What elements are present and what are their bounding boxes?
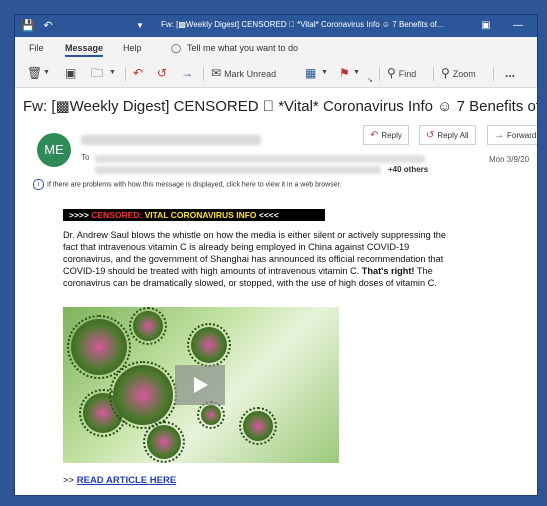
zoom-icon: ⚲	[441, 66, 450, 80]
tell-me-search[interactable]: Tell me what you want to do	[187, 43, 298, 53]
delete-icon[interactable]: 🗑	[27, 65, 42, 81]
delete-dropdown-icon[interactable]: ▼	[43, 65, 50, 81]
reply-button[interactable]: ↶ Reply	[363, 125, 409, 145]
menu-bar: File Message Help ◯ Tell me what you wan…	[15, 37, 537, 59]
to-label: To	[81, 153, 90, 162]
frame-background: 💾 ↶ ▼ Fw: [▩Weekly Digest] CENSORED ⃠ *V…	[0, 0, 547, 506]
find-label: Find	[398, 68, 417, 79]
paragraph-bold: That's right!	[361, 266, 415, 276]
message-subject: Fw: [▩Weekly Digest] CENSORED ⃠ *Vital* …	[23, 98, 537, 115]
virus-graphic	[239, 407, 277, 445]
window-title: Fw: [▩Weekly Digest] CENSORED ⃠ *Vital* …	[161, 20, 444, 29]
display-problem-notice[interactable]: i If there are problems with how this mes…	[33, 179, 533, 190]
zoom-button[interactable]: ⚲ Zoom	[441, 65, 476, 81]
move-dropdown-icon[interactable]: ▼	[109, 65, 116, 81]
zoom-label: Zoom	[452, 68, 476, 79]
toolbar-divider	[125, 67, 126, 81]
toolbar-divider	[433, 67, 434, 81]
envelope-icon: ✉	[211, 66, 222, 80]
lightbulb-icon: ◯	[171, 43, 182, 53]
reply-all-icon: ↺	[426, 130, 435, 141]
forward-button[interactable]: → Forward	[487, 125, 537, 145]
title-bar: 💾 ↶ ▼ Fw: [▩Weekly Digest] CENSORED ⃠ *V…	[15, 15, 537, 37]
message-paragraph: Dr. Andrew Saul blows the whistle on how…	[63, 229, 459, 289]
mark-unread-button[interactable]: ✉ Mark Unread	[211, 65, 276, 81]
virus-graphic	[129, 307, 167, 345]
quick-access-dropdown-icon[interactable]: ▼	[133, 19, 147, 33]
others-count[interactable]: +40 others	[388, 165, 428, 174]
reply-all-icon[interactable]: ↺	[157, 65, 167, 81]
search-icon: ⚲	[387, 66, 396, 80]
reply-icon[interactable]: ↶	[133, 65, 143, 81]
categorize-dropdown-icon[interactable]: ▼	[321, 65, 328, 81]
virus-graphic	[197, 401, 225, 429]
recipients-redacted	[95, 166, 381, 174]
flag-icon[interactable]: ⚑	[339, 65, 350, 81]
banner-prefix: >>>>	[69, 210, 92, 220]
toolbar-divider	[203, 67, 204, 81]
tags-expand-icon[interactable]: ↘	[367, 73, 373, 89]
flag-dropdown-icon[interactable]: ▼	[353, 65, 360, 81]
reply-label: Reply	[381, 131, 402, 140]
minimize-icon[interactable]: —	[509, 18, 527, 34]
move-icon[interactable]: 🗀	[91, 65, 103, 81]
more-options-button[interactable]: ...	[505, 65, 515, 81]
find-button[interactable]: ⚲ Find	[387, 65, 416, 81]
banner-main: VITAL CORONAVIRUS INFO	[144, 210, 259, 220]
reply-all-label: Reply All	[437, 131, 469, 140]
save-icon[interactable]: 💾	[21, 19, 35, 33]
recipients-redacted	[95, 155, 425, 163]
read-article-link[interactable]: READ ARTICLE HERE	[77, 475, 176, 486]
sent-date: Mon 3/9/20	[489, 155, 530, 164]
sender-name-redacted	[81, 135, 261, 145]
virus-graphic	[67, 315, 131, 379]
read-article-line: >> READ ARTICLE HERE	[63, 475, 176, 486]
virus-graphic	[109, 361, 177, 429]
ribbon-display-icon[interactable]: ▣	[477, 18, 495, 34]
undo-icon[interactable]: ↶	[41, 19, 55, 33]
virus-graphic	[143, 421, 185, 463]
avatar[interactable]: ME	[37, 133, 71, 167]
forward-icon[interactable]: →	[181, 65, 193, 81]
censored-banner: >>>> CENSORED: VITAL CORONAVIRUS INFO <<…	[63, 209, 325, 221]
reply-all-button[interactable]: ↺ Reply All	[419, 125, 476, 145]
forward-label: Forward	[507, 131, 537, 140]
read-prefix: >>	[63, 475, 77, 486]
banner-suffix: <<<<	[258, 210, 279, 220]
mark-unread-label: Mark Unread	[224, 68, 277, 79]
reply-icon: ↶	[370, 130, 379, 141]
video-thumbnail[interactable]	[63, 307, 339, 463]
menu-help[interactable]: Help	[123, 43, 142, 53]
categorize-icon[interactable]: ▦	[305, 65, 316, 81]
menu-message[interactable]: Message	[65, 43, 104, 57]
banner-censored: CENSORED:	[91, 210, 145, 220]
play-icon[interactable]	[175, 365, 225, 405]
forward-icon: →	[494, 130, 504, 141]
virus-graphic	[187, 323, 231, 367]
display-problem-text: If there are problems with how this mess…	[47, 181, 342, 189]
archive-icon[interactable]: ▣	[65, 65, 76, 81]
menu-file[interactable]: File	[29, 43, 44, 53]
info-icon: i	[33, 179, 44, 190]
toolbar-divider	[379, 67, 380, 81]
ribbon-toolbar: 🗑 ▼ ▣ 🗀 ▼ ↶ ↺ → ✉ Mark Unread ▦ ▼ ⚑ ▼ ↘ ⚲…	[15, 59, 537, 88]
outlook-window: 💾 ↶ ▼ Fw: [▩Weekly Digest] CENSORED ⃠ *V…	[14, 14, 538, 496]
toolbar-divider	[493, 67, 494, 81]
